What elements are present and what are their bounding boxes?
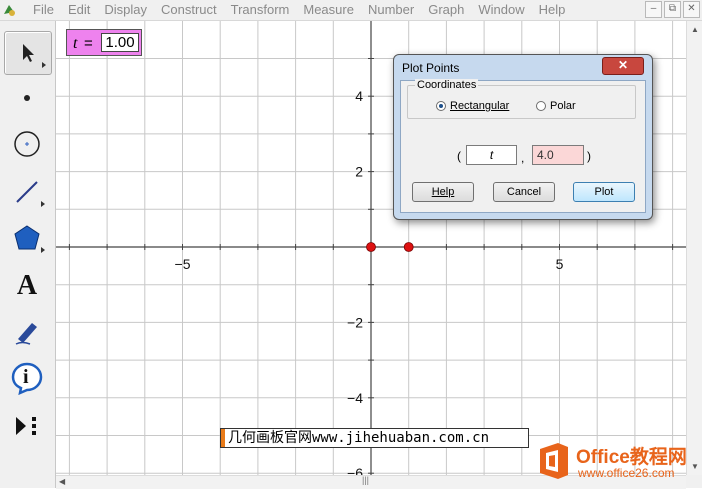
point-icon bbox=[24, 95, 30, 101]
menu-file[interactable]: File bbox=[26, 2, 61, 18]
close-paren: ) bbox=[587, 149, 591, 163]
radio-polar-label: Polar bbox=[550, 100, 576, 112]
toolbox: A i bbox=[0, 21, 56, 488]
cancel-button[interactable]: Cancel bbox=[493, 182, 555, 202]
tool-more-indicator bbox=[41, 247, 45, 253]
close-window-button[interactable]: ✕ bbox=[683, 1, 700, 18]
minimize-button[interactable]: – bbox=[645, 1, 662, 18]
menu-help[interactable]: Help bbox=[532, 2, 573, 18]
watermark-site-label: 几何画板官网www.jihehuaban.com.cn bbox=[228, 430, 490, 446]
y-tick-label: −6 bbox=[347, 465, 363, 475]
circle-compass-icon bbox=[14, 131, 40, 157]
tool-more-indicator bbox=[42, 62, 46, 68]
scroll-thumb-grip[interactable]: ||| bbox=[362, 475, 369, 485]
y-coordinate-field[interactable]: 4.0 bbox=[532, 145, 584, 165]
plot-points-dialog: Plot Points ✕ Coordinates Rectangular Po… bbox=[393, 54, 653, 220]
parameter-value[interactable]: 1.00 bbox=[101, 33, 139, 52]
plotted-point bbox=[403, 242, 414, 252]
menu-edit[interactable]: Edit bbox=[61, 2, 97, 18]
menu-transform[interactable]: Transform bbox=[224, 2, 297, 18]
custom-tool[interactable] bbox=[4, 405, 50, 447]
help-button[interactable]: Help bbox=[412, 182, 474, 202]
text-tool[interactable]: A bbox=[4, 265, 50, 307]
parameter-equals: = bbox=[84, 35, 93, 52]
office-logo-icon bbox=[540, 443, 568, 479]
scroll-up-icon[interactable]: ▲ bbox=[691, 25, 699, 34]
menu-number[interactable]: Number bbox=[361, 2, 421, 18]
coordinates-group: Coordinates Rectangular Polar bbox=[407, 79, 636, 119]
menu-measure[interactable]: Measure bbox=[296, 2, 361, 18]
line-segment-icon bbox=[16, 181, 38, 203]
marker-pen-icon bbox=[15, 323, 37, 345]
x-tick-label: −5 bbox=[175, 256, 191, 272]
office-logo-watermark: Office教程网 www.office26.com bbox=[536, 440, 698, 486]
menu-display[interactable]: Display bbox=[97, 2, 154, 18]
dialog-close-button[interactable]: ✕ bbox=[602, 57, 644, 75]
watermark-site-text: 几何画板官网www.jihehuaban.com.cn bbox=[220, 428, 529, 448]
text-a-icon: A bbox=[16, 270, 38, 301]
radio-rectangular[interactable]: Rectangular bbox=[436, 100, 509, 112]
coordinates-label: Coordinates bbox=[415, 79, 479, 91]
straightedge-tool[interactable] bbox=[4, 171, 50, 213]
y-tick-label: −2 bbox=[347, 314, 363, 330]
menu-graph[interactable]: Graph bbox=[421, 2, 471, 18]
polygon-tool[interactable] bbox=[4, 217, 50, 259]
radio-checked-icon bbox=[436, 101, 446, 111]
y-tick-label: 2 bbox=[355, 164, 363, 180]
point-tool[interactable] bbox=[4, 77, 50, 119]
app-icon bbox=[4, 5, 15, 16]
logo-brand-text: Office教程网 bbox=[576, 447, 687, 468]
menu-construct[interactable]: Construct bbox=[154, 2, 224, 18]
plotted-point bbox=[366, 242, 376, 252]
marker-tool[interactable] bbox=[4, 311, 50, 353]
y-tick-label: 4 bbox=[355, 88, 363, 104]
polygon-icon bbox=[14, 225, 40, 250]
x-coordinate-field[interactable]: t bbox=[466, 145, 517, 165]
radio-unchecked-icon bbox=[536, 101, 546, 111]
radio-polar[interactable]: Polar bbox=[536, 100, 576, 112]
compass-tool[interactable] bbox=[4, 123, 50, 165]
help-button-label: Help bbox=[431, 186, 455, 198]
dialog-title: Plot Points bbox=[402, 61, 460, 75]
plot-button[interactable]: Plot bbox=[573, 182, 635, 202]
vertical-scrollbar[interactable]: ▲ ▼ bbox=[686, 21, 702, 475]
radio-rectangular-label: Rectangular bbox=[450, 100, 510, 112]
info-glyph: i bbox=[23, 366, 29, 388]
menu-list: File Edit Display Construct Transform Me… bbox=[26, 2, 572, 18]
open-paren: ( bbox=[457, 149, 461, 163]
dialog-body: Coordinates Rectangular Polar ( t , 4.0 … bbox=[400, 79, 646, 213]
x-tick-label: 5 bbox=[556, 256, 564, 272]
watermark-bar bbox=[221, 429, 225, 447]
y-tick-label: −4 bbox=[347, 390, 363, 406]
restore-button[interactable]: ⧉ bbox=[664, 1, 681, 18]
arrow-select-icon bbox=[23, 44, 34, 62]
information-tool[interactable]: i bbox=[4, 357, 50, 399]
menu-bar: File Edit Display Construct Transform Me… bbox=[0, 0, 702, 21]
parameter-t[interactable]: t = 1.00 bbox=[66, 29, 142, 56]
arrow-tool[interactable] bbox=[4, 31, 52, 75]
menu-window[interactable]: Window bbox=[471, 2, 531, 18]
custom-tools-icon bbox=[16, 417, 36, 435]
comma: , bbox=[521, 151, 525, 165]
parameter-name: t bbox=[73, 35, 78, 52]
scroll-left-icon[interactable]: ◀ bbox=[59, 477, 65, 486]
logo-url-text: www.office26.com bbox=[578, 466, 675, 480]
window-controls: – ⧉ ✕ bbox=[645, 1, 700, 18]
tool-more-indicator bbox=[41, 201, 45, 207]
